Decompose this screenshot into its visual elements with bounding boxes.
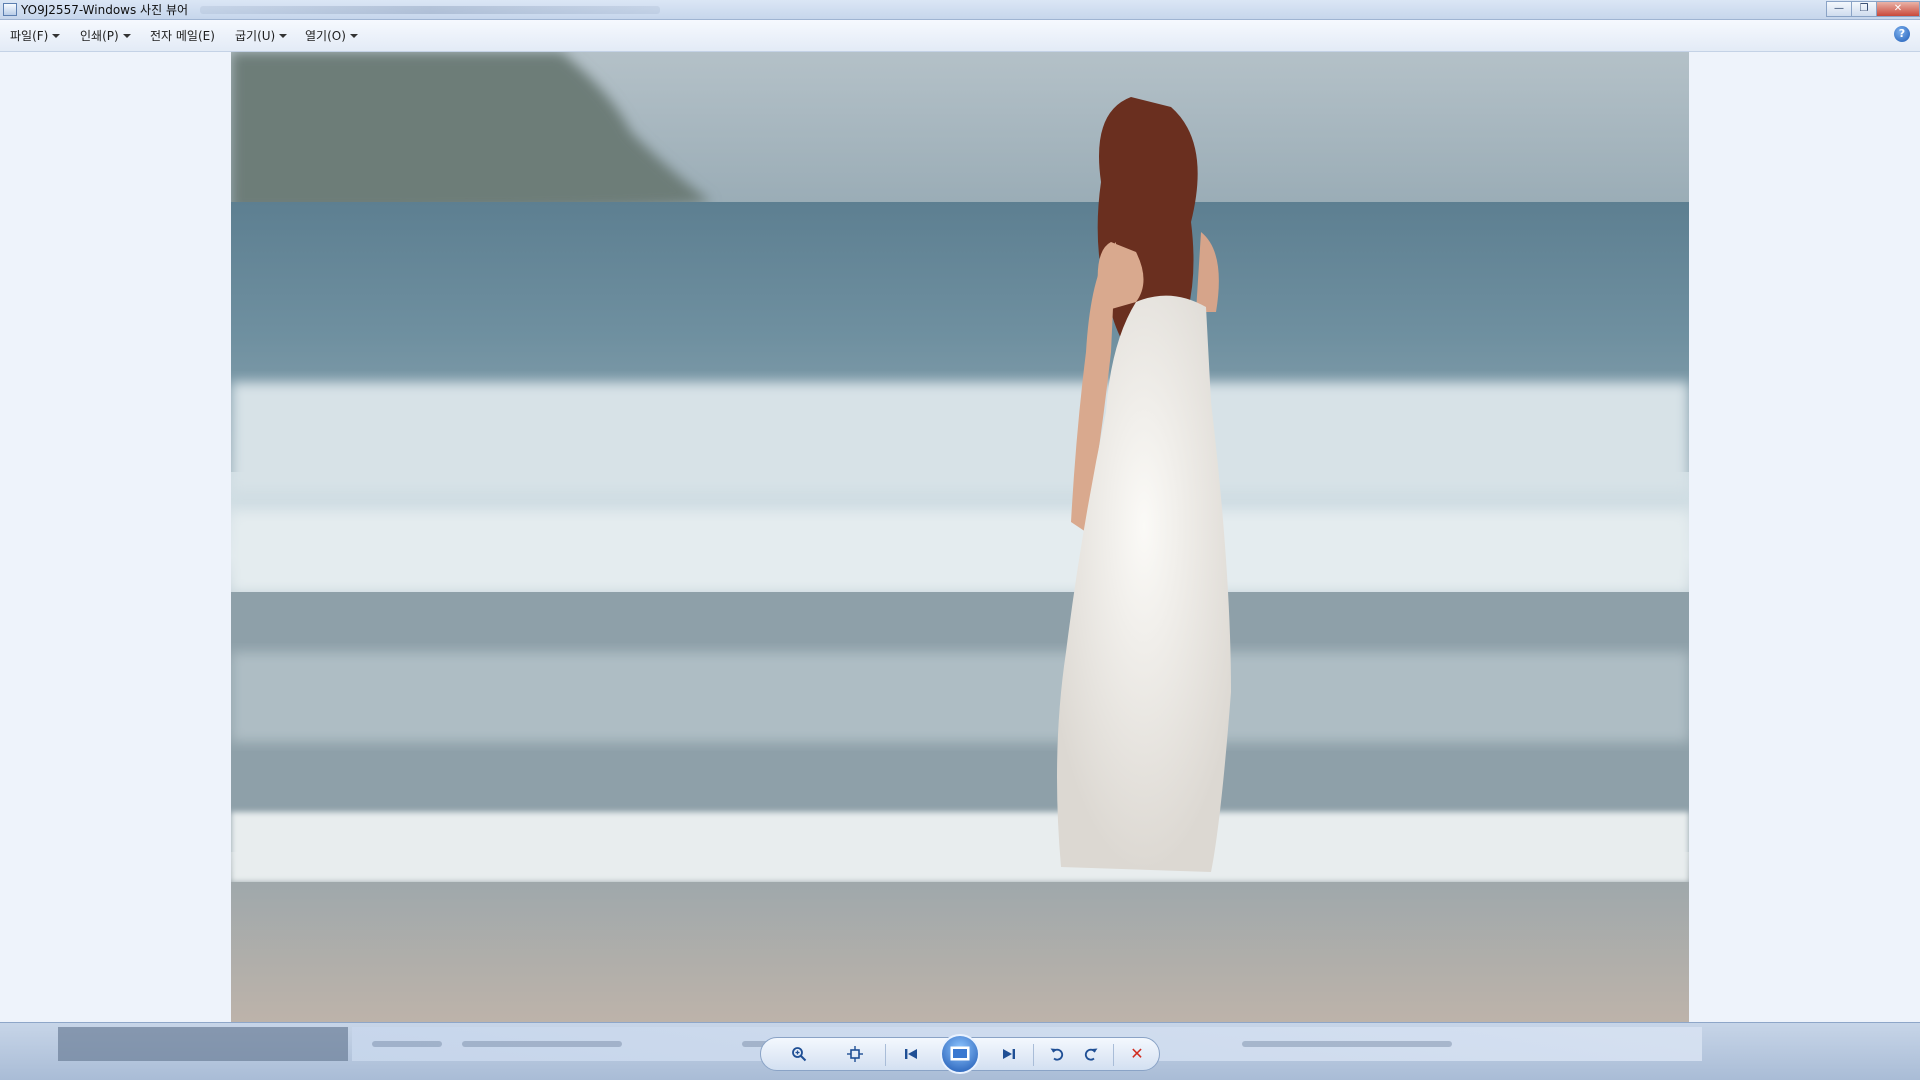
rotate-counterclockwise-button[interactable] — [1043, 1042, 1071, 1066]
delete-button[interactable]: ✕ — [1123, 1042, 1151, 1066]
rotate-clockwise-button[interactable] — [1077, 1042, 1105, 1066]
photo-illustration — [231, 52, 1689, 1022]
menu-burn-label: 굽기(U) — [235, 29, 276, 43]
minimize-button[interactable]: — — [1826, 1, 1852, 17]
app-icon — [3, 3, 17, 16]
delete-icon: ✕ — [1130, 1044, 1144, 1063]
taskbar-preview-strip — [58, 1027, 348, 1061]
menu-open-label: 열기(O) — [305, 29, 346, 43]
photo-image — [231, 52, 1689, 1022]
previous-icon — [905, 1049, 917, 1059]
chevron-down-icon — [279, 34, 288, 38]
next-button[interactable] — [995, 1042, 1023, 1066]
menu-open[interactable]: 열기(O) — [305, 28, 358, 44]
chevron-down-icon — [52, 34, 61, 38]
window-title: YO9J2557-Windows 사진 뷰어 — [21, 3, 189, 17]
menu-burn[interactable]: 굽기(U) — [235, 28, 288, 44]
chevron-down-icon — [122, 34, 131, 38]
photo-viewer-window: YO9J2557-Windows 사진 뷰어 — ❐ ✕ 파일(F) 인쇄(P)… — [0, 0, 1920, 1080]
blurred-text — [1242, 1041, 1452, 1047]
menu-file[interactable]: 파일(F) — [10, 28, 61, 44]
menu-email[interactable]: 전자 메일(E) — [150, 28, 227, 44]
maximize-button[interactable]: ❐ — [1851, 1, 1877, 17]
previous-button[interactable] — [897, 1042, 925, 1066]
blurred-text — [372, 1041, 442, 1047]
window-controls: — ❐ ✕ — [1826, 0, 1920, 18]
bottom-toolbar: ✕ — [0, 1022, 1920, 1080]
menu-bar: 파일(F) 인쇄(P) 전자 메일(E) 굽기(U) 열기(O) ? — [0, 20, 1920, 52]
rotate-counterclockwise-icon — [1050, 1048, 1064, 1061]
title-bar[interactable]: YO9J2557-Windows 사진 뷰어 — ❐ ✕ — [0, 0, 1920, 20]
zoom-icon — [792, 1047, 807, 1062]
next-icon — [1003, 1049, 1015, 1059]
divider — [1033, 1044, 1034, 1066]
title-bar-blur — [200, 6, 660, 14]
menu-print-label: 인쇄(P) — [80, 29, 119, 43]
chevron-down-icon — [349, 34, 358, 38]
blurred-text — [462, 1041, 622, 1047]
actual-size-icon — [847, 1046, 863, 1062]
close-button[interactable]: ✕ — [1876, 1, 1920, 17]
slideshow-button[interactable] — [940, 1034, 980, 1074]
navigation-controls: ✕ — [760, 1034, 1160, 1074]
zoom-button[interactable] — [785, 1042, 813, 1066]
actual-size-button[interactable] — [841, 1042, 869, 1066]
menu-print[interactable]: 인쇄(P) — [80, 28, 131, 44]
menu-file-label: 파일(F) — [10, 29, 49, 43]
slideshow-icon — [950, 1046, 970, 1061]
image-viewport[interactable] — [0, 52, 1920, 1022]
menu-email-label: 전자 메일(E) — [150, 29, 215, 43]
rotate-clockwise-icon — [1084, 1048, 1098, 1061]
help-icon[interactable]: ? — [1894, 26, 1910, 42]
divider — [1113, 1044, 1114, 1066]
divider — [885, 1044, 886, 1066]
